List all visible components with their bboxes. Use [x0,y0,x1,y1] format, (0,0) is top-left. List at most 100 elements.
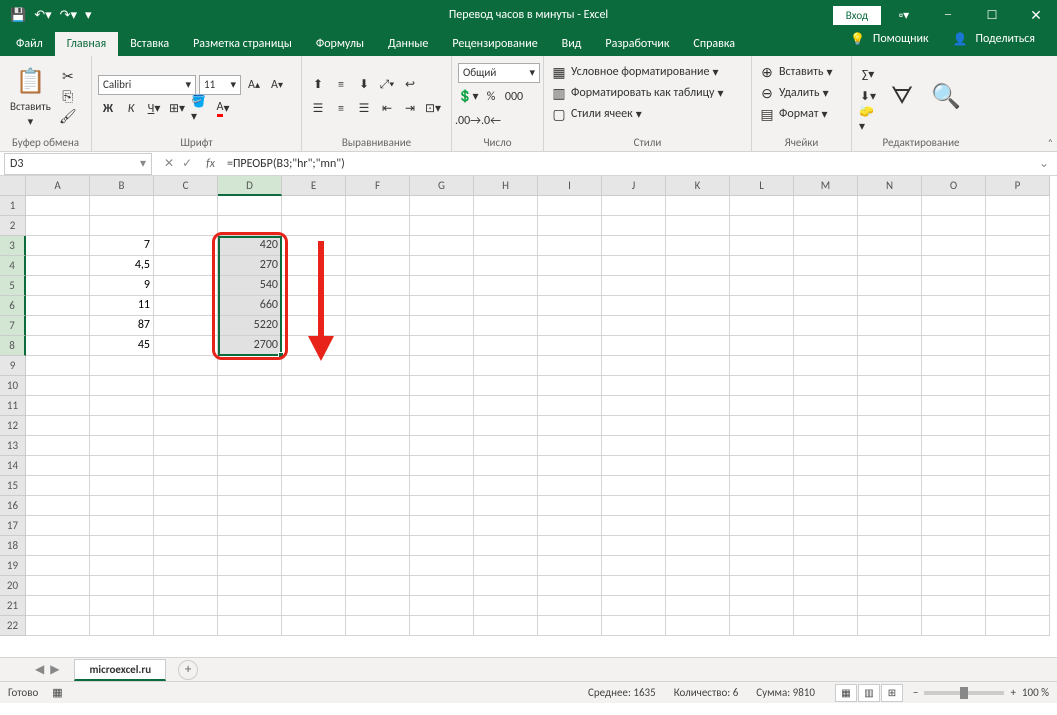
cell[interactable] [410,336,474,356]
row-header[interactable]: 13 [0,436,26,456]
merge-icon[interactable]: ⊡▾ [423,99,443,119]
cell[interactable] [346,556,410,576]
new-sheet-button[interactable]: + [178,660,198,680]
cell[interactable] [154,456,218,476]
row-header[interactable]: 5 [0,276,26,296]
cell[interactable] [986,336,1050,356]
cell[interactable] [730,556,794,576]
cell[interactable] [410,316,474,336]
cell[interactable] [26,576,90,596]
cell[interactable] [90,596,154,616]
cell[interactable] [858,576,922,596]
increase-font-icon[interactable]: A▴ [244,75,264,95]
cell[interactable] [410,416,474,436]
cell[interactable] [922,236,986,256]
cell[interactable] [986,396,1050,416]
cell[interactable]: 420 [218,236,282,256]
col-header[interactable]: H [474,176,538,196]
cell[interactable] [666,356,730,376]
cell[interactable] [410,256,474,276]
cell[interactable] [794,596,858,616]
cell[interactable] [538,596,602,616]
cell[interactable] [282,336,346,356]
col-header[interactable]: N [858,176,922,196]
decrease-font-icon[interactable]: A▾ [267,75,287,95]
cell[interactable] [218,356,282,376]
sheet-nav-next-icon[interactable]: ▶ [50,662,59,677]
cell[interactable] [282,596,346,616]
row-header[interactable]: 22 [0,616,26,636]
cell[interactable] [26,456,90,476]
cell[interactable] [922,396,986,416]
maximize-button[interactable]: ☐ [971,0,1013,30]
tab-file[interactable]: Файл [4,32,55,56]
cell[interactable] [986,316,1050,336]
cell[interactable] [474,556,538,576]
decrease-decimal-icon[interactable]: .0← [481,111,501,131]
cell[interactable] [90,216,154,236]
cell[interactable] [282,556,346,576]
cell[interactable] [410,296,474,316]
cell[interactable] [922,336,986,356]
cell[interactable] [474,316,538,336]
page-break-view-icon[interactable]: ⊞ [881,684,903,702]
fill-color-icon[interactable]: 🪣▾ [190,99,210,119]
italic-button[interactable]: К [121,99,141,119]
cell[interactable] [922,316,986,336]
cell[interactable] [282,496,346,516]
login-button[interactable]: Вход [833,6,881,25]
cell[interactable] [794,216,858,236]
row-header[interactable]: 18 [0,536,26,556]
number-format-combo[interactable]: Общий▾ [458,63,540,83]
cell[interactable] [794,576,858,596]
cell[interactable] [474,536,538,556]
col-header[interactable]: E [282,176,346,196]
cell[interactable] [26,196,90,216]
cell[interactable] [794,236,858,256]
cell[interactable] [538,236,602,256]
cell[interactable] [474,236,538,256]
tab-review[interactable]: Рецензирование [440,32,549,56]
cell[interactable] [986,296,1050,316]
cell[interactable] [282,416,346,436]
cell[interactable] [154,396,218,416]
cell[interactable] [410,496,474,516]
cell[interactable] [154,616,218,636]
cell[interactable] [346,476,410,496]
cell[interactable] [410,276,474,296]
cell[interactable]: 87 [90,316,154,336]
cell[interactable] [90,516,154,536]
zoom-slider[interactable] [924,691,1004,695]
row-header[interactable]: 19 [0,556,26,576]
cell[interactable] [986,416,1050,436]
cell[interactable] [26,476,90,496]
cell[interactable] [282,576,346,596]
align-left-icon[interactable]: ☰ [308,99,328,119]
cell[interactable] [538,416,602,436]
cell[interactable] [666,496,730,516]
zoom-out-button[interactable]: − [913,686,918,699]
clear-icon[interactable]: 🧽▾ [858,109,878,129]
row-header[interactable]: 11 [0,396,26,416]
cell[interactable] [90,356,154,376]
cell[interactable] [90,536,154,556]
cell[interactable] [218,196,282,216]
cell[interactable] [986,456,1050,476]
cell[interactable] [26,616,90,636]
cell[interactable] [410,216,474,236]
currency-icon[interactable]: 💲▾ [458,87,478,107]
fx-icon[interactable]: fx [200,157,221,171]
cell[interactable] [730,276,794,296]
cell[interactable] [986,276,1050,296]
cell[interactable] [90,396,154,416]
cell[interactable] [794,456,858,476]
cell[interactable] [26,516,90,536]
cell[interactable] [602,496,666,516]
name-box[interactable]: D3▾ [4,153,152,175]
col-header[interactable]: O [922,176,986,196]
row-header[interactable]: 1 [0,196,26,216]
cell[interactable] [922,516,986,536]
cell[interactable] [282,516,346,536]
cell[interactable] [218,496,282,516]
cell[interactable] [90,496,154,516]
